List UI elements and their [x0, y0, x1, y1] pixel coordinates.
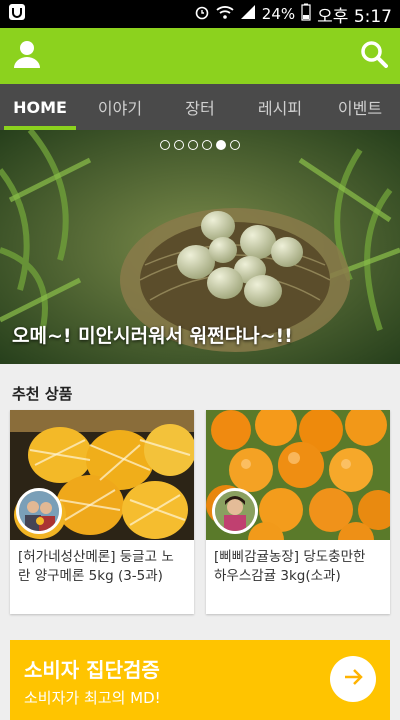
- battery-text: 24%: [261, 5, 296, 23]
- section-title-recommended: 추천 상품: [12, 385, 73, 403]
- signal-icon: [240, 4, 256, 24]
- arrow-right-icon: [342, 666, 364, 692]
- main-tabs: HOME 이야기 장터 레시피 이벤트: [0, 84, 400, 130]
- app-notification-icon: [8, 3, 26, 25]
- carousel-dot[interactable]: [230, 140, 240, 150]
- app-bar: [0, 28, 400, 84]
- tab-events[interactable]: 이벤트: [320, 84, 400, 130]
- alarm-icon: [194, 4, 210, 24]
- carousel-dot[interactable]: [174, 140, 184, 150]
- carousel-dot-active[interactable]: [216, 140, 226, 150]
- banner-arrow-button[interactable]: [330, 656, 376, 702]
- banner-subtitle: 소비자가 최고의 MD!: [24, 689, 161, 707]
- hero-caption: 오메~! 미안시러워서 워쩐댜나~!!: [12, 325, 293, 347]
- person-icon[interactable]: [12, 39, 42, 73]
- hero-banner[interactable]: 오메~! 미안시러워서 워쩐댜나~!!: [0, 130, 400, 364]
- carousel-dot[interactable]: [202, 140, 212, 150]
- tab-stories[interactable]: 이야기: [80, 84, 160, 130]
- product-image: [10, 410, 194, 540]
- carousel-indicator: [0, 140, 400, 150]
- tab-market[interactable]: 장터: [160, 84, 240, 130]
- product-title[interactable]: [삐삐감귤농장] 당도충만한 하우스감귤 3kg(소과): [206, 540, 390, 586]
- product-title[interactable]: [허가네성산메론] 둥글고 노란 양구메론 5kg (3-5과): [10, 540, 194, 586]
- clock: 오후 5:17: [317, 6, 392, 27]
- seller-avatar: [212, 488, 258, 534]
- search-icon[interactable]: [360, 40, 388, 72]
- product-card[interactable]: [허가네성산메론] 둥글고 노란 양구메론 5kg (3-5과): [10, 410, 194, 614]
- battery-icon: [301, 3, 311, 25]
- status-bar: 24% 오후 5:17: [0, 0, 400, 28]
- carousel-dot[interactable]: [160, 140, 170, 150]
- product-card[interactable]: [삐삐감귤농장] 당도충만한 하우스감귤 3kg(소과): [206, 410, 390, 614]
- seller-avatar: [16, 488, 62, 534]
- product-image: [206, 410, 390, 540]
- consumer-verification-banner[interactable]: 소비자 집단검증 소비자가 최고의 MD!: [10, 640, 390, 720]
- tab-home[interactable]: HOME: [0, 84, 80, 130]
- banner-title: 소비자 집단검증: [24, 658, 160, 682]
- tab-recipes[interactable]: 레시피: [240, 84, 320, 130]
- carousel-dot[interactable]: [188, 140, 198, 150]
- wifi-icon: [216, 4, 234, 24]
- recommended-products: [허가네성산메론] 둥글고 노란 양구메론 5kg (3-5과) [삐삐감귤농장…: [10, 410, 390, 614]
